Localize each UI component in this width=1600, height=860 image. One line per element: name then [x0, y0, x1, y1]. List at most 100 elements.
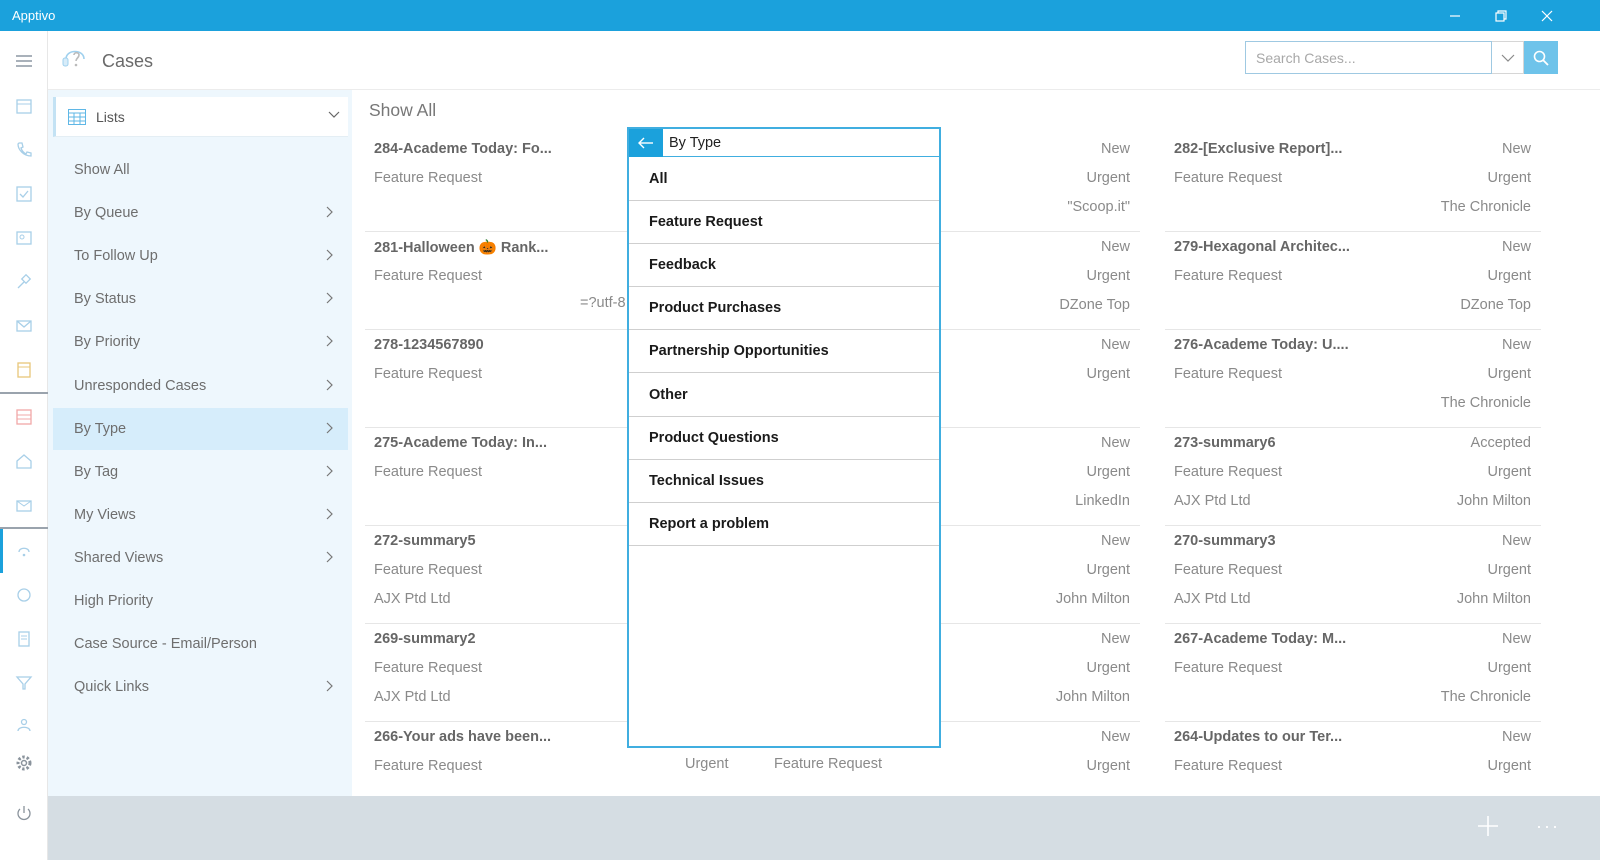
truncated-text: =?utf-8 [580, 295, 626, 311]
case-type: Feature Request [374, 268, 483, 284]
case-title: 281-Halloween 🎃 Rank... [374, 240, 549, 256]
rail-spreadsheet[interactable] [0, 395, 48, 439]
rail-notes[interactable] [0, 348, 48, 392]
rail-inbox[interactable] [0, 483, 48, 527]
case-type: Feature Request [374, 366, 483, 382]
nav-item-label: Shared Views [74, 549, 164, 566]
case-status: New [1100, 729, 1130, 745]
rail-contacts[interactable] [0, 216, 48, 260]
type-option-label: Feature Request [649, 214, 763, 231]
nav-item-my-views[interactable]: My Views [53, 494, 348, 536]
minimize-icon [1450, 14, 1460, 17]
case-status: New [1501, 337, 1531, 353]
case-card[interactable]: 270-summary3 Feature Request AJX Ptd Ltd Ne… [1165, 526, 1541, 624]
search-button[interactable] [1524, 41, 1558, 74]
type-option-other[interactable]: Other [629, 374, 939, 417]
gear-icon [16, 755, 32, 771]
case-card[interactable]: 279-Hexagonal Architec... Feature Request… [1165, 232, 1541, 330]
hamburger-menu-button[interactable] [0, 39, 48, 83]
case-card[interactable]: 273-summary6 Feature Request AJX Ptd Ltd Ac… [1165, 428, 1541, 526]
nav-item-label: By Queue [74, 205, 139, 222]
case-card[interactable]: 264-Updates to our Ter... Feature Request… [1165, 722, 1541, 796]
case-card[interactable]: 267-Academe Today: M... Feature Request Ne… [1165, 624, 1541, 722]
nav-item-show-all[interactable]: Show All [53, 149, 348, 191]
rail-documents[interactable] [0, 617, 48, 661]
nav-item-label: By Type [74, 420, 127, 437]
nav-item-label: Show All [74, 162, 130, 178]
case-title: 275-Academe Today: In... [374, 435, 547, 451]
chevron-right-icon [326, 465, 333, 477]
case-card[interactable]: 282-[Exclusive Report]... Feature Request… [1165, 134, 1541, 232]
nav-item-shared-views[interactable]: Shared Views [53, 537, 348, 579]
truncated-text: Urgent [685, 756, 729, 772]
type-option-feedback[interactable]: Feedback [629, 244, 939, 288]
rail-home[interactable] [0, 439, 48, 483]
lists-dropdown[interactable]: Lists [53, 97, 348, 137]
type-option-all[interactable]: All [629, 158, 939, 201]
settings-button[interactable] [0, 741, 48, 785]
rail-mail[interactable] [0, 304, 48, 348]
case-type: Feature Request [1174, 366, 1283, 382]
nav-item-high-priority[interactable]: High Priority [53, 580, 348, 622]
nav-item-to-follow-up[interactable]: To Follow Up [53, 235, 348, 277]
close-button[interactable] [1524, 0, 1570, 31]
type-option-partnership-opportunities[interactable]: Partnership Opportunities [629, 330, 939, 374]
rail-calls[interactable] [0, 128, 48, 172]
case-priority: Urgent [1487, 268, 1531, 284]
search-filter-dropdown[interactable] [1492, 41, 1524, 74]
type-option-feature-request[interactable]: Feature Request [629, 201, 939, 245]
rail-calendar[interactable] [0, 84, 48, 128]
case-priority: Urgent [1487, 758, 1531, 774]
title-bar: Apptivo [0, 0, 1600, 31]
more-button[interactable]: ··· [1530, 808, 1566, 844]
case-priority: Urgent [1086, 758, 1130, 774]
type-option-technical-issues[interactable]: Technical Issues [629, 460, 939, 503]
add-case-button[interactable] [1470, 808, 1506, 844]
restore-button[interactable] [1478, 0, 1524, 31]
case-status: New [1501, 239, 1531, 255]
chevron-right-icon [326, 508, 333, 520]
cases-headset-icon [62, 50, 85, 67]
type-option-label: Partnership Opportunities [649, 343, 829, 360]
rail-support[interactable] [0, 573, 48, 617]
nav-item-unresponded-cases[interactable]: Unresponded Cases [53, 365, 348, 407]
chevron-right-icon [326, 379, 333, 390]
case-source: The Chronicle [1440, 199, 1531, 215]
case-card[interactable]: 276-Academe Today: U.... Feature Request N… [1165, 330, 1541, 428]
chevron-down-icon [1501, 54, 1514, 62]
documents-icon [18, 631, 30, 647]
nav-item-quick-links[interactable]: Quick Links [53, 666, 348, 708]
type-option-product-purchases[interactable]: Product Purchases [629, 287, 939, 331]
rail-tasks[interactable] [0, 172, 48, 216]
cases-list: Show All 284-Academe Today: Fo... Feature… [352, 90, 1600, 796]
case-status: New [1501, 631, 1531, 647]
nav-item-label: By Status [74, 291, 137, 308]
search-input[interactable] [1245, 41, 1492, 74]
nav-item-label: Case Source - Email/Person [74, 636, 257, 653]
type-option-report-a-problem[interactable]: Report a problem [629, 503, 939, 546]
case-type: Feature Request [374, 660, 483, 676]
nav-item-case-source-email-person[interactable]: Case Source - Email/Person [53, 623, 348, 665]
list-grid-icon [68, 109, 86, 125]
nav-item-by-status[interactable]: By Status [53, 278, 348, 320]
rail-cases[interactable] [0, 529, 48, 573]
chevron-right-icon [326, 335, 333, 347]
nav-item-by-type[interactable]: By Type [53, 407, 348, 450]
case-type: Feature Request [1174, 268, 1283, 284]
minimize-button[interactable] [1432, 0, 1478, 31]
type-option-product-questions[interactable]: Product Questions [629, 417, 939, 460]
back-button[interactable] [629, 129, 663, 157]
case-type: Feature Request [1174, 758, 1283, 774]
case-type: Feature Request [374, 758, 483, 774]
content-title: Show All [369, 100, 437, 120]
nav-item-label: To Follow Up [74, 248, 158, 265]
rail-funnel[interactable] [0, 661, 48, 705]
power-button[interactable] [0, 791, 48, 835]
nav-item-by-priority[interactable]: By Priority [53, 321, 348, 363]
rail-tools[interactable] [0, 260, 48, 304]
case-company: AJX Ptd Ltd [374, 689, 451, 705]
type-option-label: Other [649, 386, 688, 403]
nav-item-by-tag[interactable]: By Tag [53, 451, 348, 493]
nav-item-by-queue[interactable]: By Queue [53, 192, 348, 234]
case-type: Feature Request [374, 464, 483, 480]
